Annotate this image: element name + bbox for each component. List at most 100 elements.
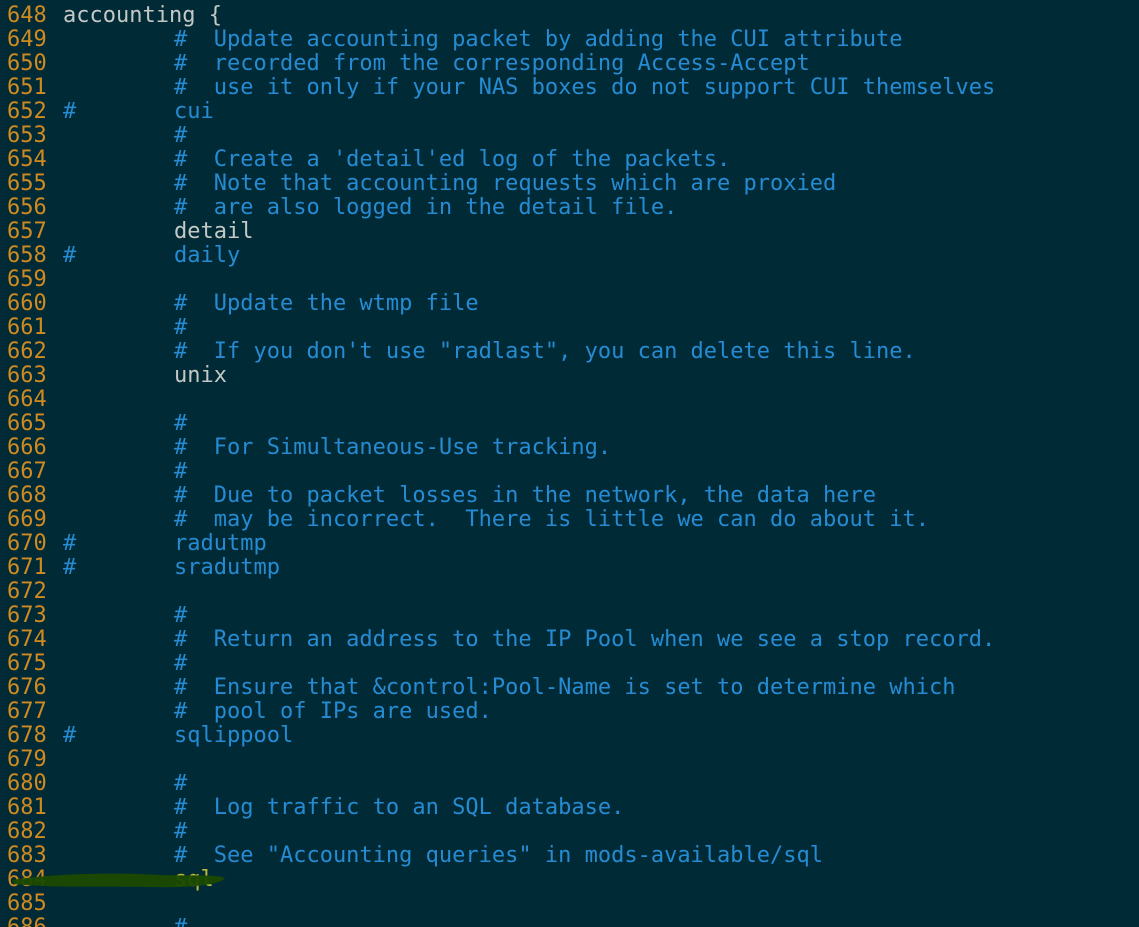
line-number: 659: [7, 267, 47, 292]
code-text: unix: [174, 363, 227, 388]
code-line[interactable]: 671 # sradutmp: [0, 556, 1139, 580]
code-text: #: [174, 651, 188, 676]
comment-hash: #: [63, 243, 77, 268]
code-text: # Update the wtmp file: [174, 291, 479, 316]
code-line[interactable]: 648 accounting {: [0, 4, 1139, 28]
line-number: 653: [7, 123, 47, 148]
code-text: #: [174, 916, 187, 927]
line-number: 675: [7, 651, 47, 676]
code-text: # may be incorrect. There is little we c…: [174, 507, 929, 532]
code-line[interactable]: 659: [0, 268, 1139, 292]
code-text: # Note that accounting requests which ar…: [174, 171, 837, 196]
code-text: #: [174, 459, 188, 484]
line-number: 678: [7, 723, 47, 748]
code-line[interactable]: 685: [0, 892, 1139, 916]
line-number: 658: [7, 243, 47, 268]
line-number: 655: [7, 171, 47, 196]
code-line[interactable]: 669 # may be incorrect. There is little w…: [0, 508, 1139, 532]
line-number: 682: [7, 819, 47, 844]
code-line[interactable]: 678 # sqlippool: [0, 724, 1139, 748]
code-text: sradutmp: [174, 555, 280, 580]
code-line[interactable]: 662 # If you don't use "radlast", you can…: [0, 340, 1139, 364]
line-number: 671: [7, 555, 47, 580]
code-line[interactable]: 650 # recorded from the corresponding Acc…: [0, 52, 1139, 76]
line-number: 670: [7, 531, 47, 556]
code-line[interactable]: 651 # use it only if your NAS boxes do no…: [0, 76, 1139, 100]
line-number: 668: [7, 483, 47, 508]
code-text: cui: [174, 99, 214, 124]
code-line[interactable]: 684 sql: [0, 868, 1139, 892]
line-number: 684: [7, 867, 47, 892]
code-line[interactable]: 657 detail: [0, 220, 1139, 244]
code-line[interactable]: 654 # Create a 'detail'ed log of the pack…: [0, 148, 1139, 172]
line-number: 662: [7, 339, 47, 364]
code-line[interactable]: 665 #: [0, 412, 1139, 436]
code-line[interactable]: 668 # Due to packet losses in the network…: [0, 484, 1139, 508]
code-line[interactable]: 679: [0, 748, 1139, 772]
code-line[interactable]: 674 # Return an address to the IP Pool wh…: [0, 628, 1139, 652]
code-line[interactable]: 667 #: [0, 460, 1139, 484]
line-number: 677: [7, 699, 47, 724]
line-number: 666: [7, 435, 47, 460]
code-editor[interactable]: 648 accounting {649 # Update accounting pa…: [0, 0, 1139, 927]
code-text: # If you don't use "radlast", you can de…: [174, 339, 916, 364]
code-text: sqlippool: [174, 723, 294, 748]
code-line[interactable]: 681 # Log traffic to an SQL database.: [0, 796, 1139, 820]
code-text: #: [174, 411, 188, 436]
code-line[interactable]: 682 #: [0, 820, 1139, 844]
code-text: #: [174, 123, 188, 148]
code-text: # See "Accounting queries" in mods-avail…: [174, 843, 824, 868]
code-text: #: [174, 819, 188, 844]
code-line[interactable]: 686 #: [0, 916, 1139, 927]
code-text: # recorded from the corresponding Access…: [174, 51, 810, 76]
line-number: 665: [7, 411, 47, 436]
code-line[interactable]: 661 #: [0, 316, 1139, 340]
code-text: # pool of IPs are used.: [174, 699, 492, 724]
line-number: 667: [7, 459, 47, 484]
line-number: 683: [7, 843, 47, 868]
code-text: #: [174, 315, 188, 340]
line-number: 654: [7, 147, 47, 172]
line-number: 680: [7, 771, 47, 796]
code-text: # use it only if your NAS boxes do not s…: [174, 75, 996, 100]
code-line[interactable]: 649 # Update accounting packet by adding …: [0, 28, 1139, 52]
code-text: accounting {: [63, 3, 222, 28]
line-number: 652: [7, 99, 47, 124]
code-line[interactable]: 675 #: [0, 652, 1139, 676]
line-number: 660: [7, 291, 47, 316]
code-line[interactable]: 652 # cui: [0, 100, 1139, 124]
comment-hash: #: [63, 723, 77, 748]
code-text: # Create a 'detail'ed log of the packets…: [174, 147, 731, 172]
code-line[interactable]: 660 # Update the wtmp file: [0, 292, 1139, 316]
code-line[interactable]: 658 # daily: [0, 244, 1139, 268]
code-text: # Log traffic to an SQL database.: [174, 795, 625, 820]
code-line[interactable]: 676 # Ensure that &control:Pool-Name is s…: [0, 676, 1139, 700]
line-number: 650: [7, 51, 47, 76]
code-text: radutmp: [174, 531, 267, 556]
code-line[interactable]: 666 # For Simultaneous-Use tracking.: [0, 436, 1139, 460]
line-number: 681: [7, 795, 47, 820]
code-line[interactable]: 673 #: [0, 604, 1139, 628]
line-number: 663: [7, 363, 47, 388]
line-number: 669: [7, 507, 47, 532]
code-line[interactable]: 672: [0, 580, 1139, 604]
code-line[interactable]: 680 #: [0, 772, 1139, 796]
line-number: 661: [7, 315, 47, 340]
line-number: 672: [7, 579, 47, 604]
code-text: # For Simultaneous-Use tracking.: [174, 435, 612, 460]
code-line[interactable]: 677 # pool of IPs are used.: [0, 700, 1139, 724]
line-number: 649: [7, 27, 47, 52]
code-line[interactable]: 664: [0, 388, 1139, 412]
line-number: 673: [7, 603, 47, 628]
code-line[interactable]: 670 # radutmp: [0, 532, 1139, 556]
code-line[interactable]: 653 #: [0, 124, 1139, 148]
code-line[interactable]: 656 # are also logged in the detail file.: [0, 196, 1139, 220]
code-line[interactable]: 683 # See "Accounting queries" in mods-av…: [0, 844, 1139, 868]
code-text: # are also logged in the detail file.: [174, 195, 678, 220]
code-line[interactable]: 663 unix: [0, 364, 1139, 388]
comment-hash: #: [63, 531, 77, 556]
line-number: 686: [7, 916, 57, 927]
code-text: #: [174, 771, 188, 796]
code-text: # Due to packet losses in the network, t…: [174, 483, 876, 508]
code-line[interactable]: 655 # Note that accounting requests which…: [0, 172, 1139, 196]
